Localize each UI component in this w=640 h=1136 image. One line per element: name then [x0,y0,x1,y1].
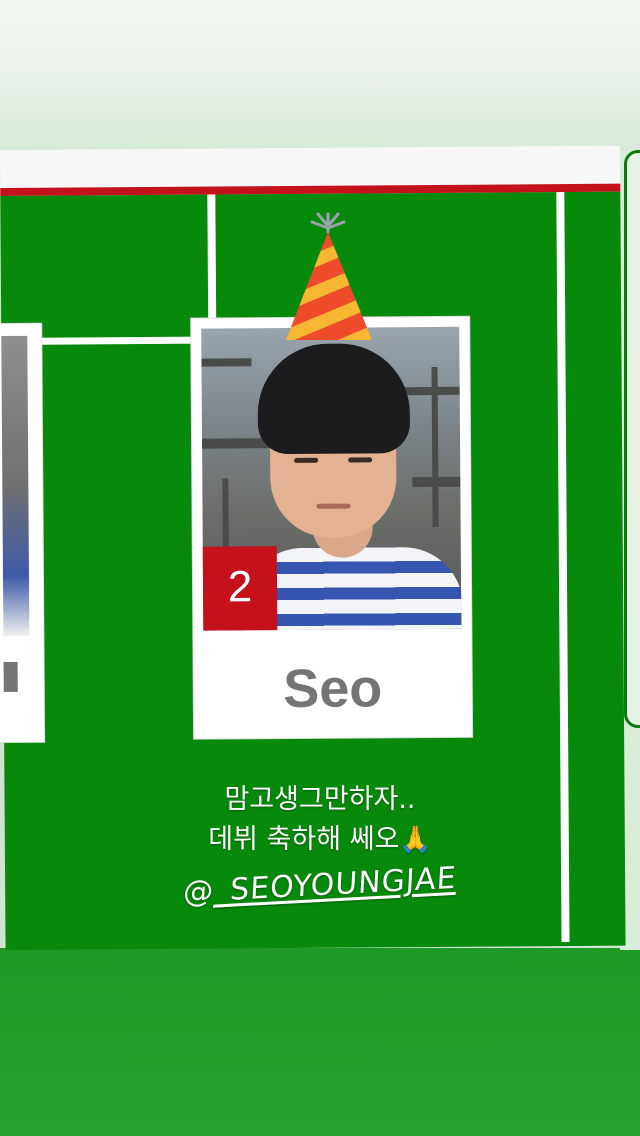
next-screen-panel [624,150,640,728]
hair [257,343,411,455]
player-card-left [0,323,45,743]
party-hat-icon [286,212,372,340]
caption-line-2: 데뷔 축하해 쎄오🙏 [110,820,530,860]
player-name: Seo [283,658,383,720]
player-name-left-fragment [3,661,18,692]
mention-tag[interactable]: @_SEOYOUNGJAE [182,861,457,910]
caption-line-2-text: 데뷔 축하해 쎄오 [208,824,400,855]
caption-line-1: 맘고생그만하자.. [224,784,416,815]
player-card-seo: 2 Seo [191,316,473,739]
player-number-badge: 2 [202,546,278,631]
story-caption[interactable]: 맘고생그만하자.. 데뷔 축하해 쎄오🙏 @_SEOYOUNGJAE [110,780,530,910]
pitch-line [556,192,570,943]
mention-handle: _SEOYOUNGJAE [213,860,458,909]
party-hat-sticker[interactable] [280,208,376,348]
lineup-header-strip [0,145,621,196]
player-photo-left [1,335,30,636]
pitch-line [207,194,217,335]
story-screen: 2 Seo 맘고생그만하자.. 데뷔 축하해 쎄오🙏 @_SEOYOUNGJAE [0,0,640,1136]
story-bottom-background [0,948,640,1136]
mention-at: @ [182,873,216,911]
folded-hands-icon: 🙏 [399,825,432,855]
